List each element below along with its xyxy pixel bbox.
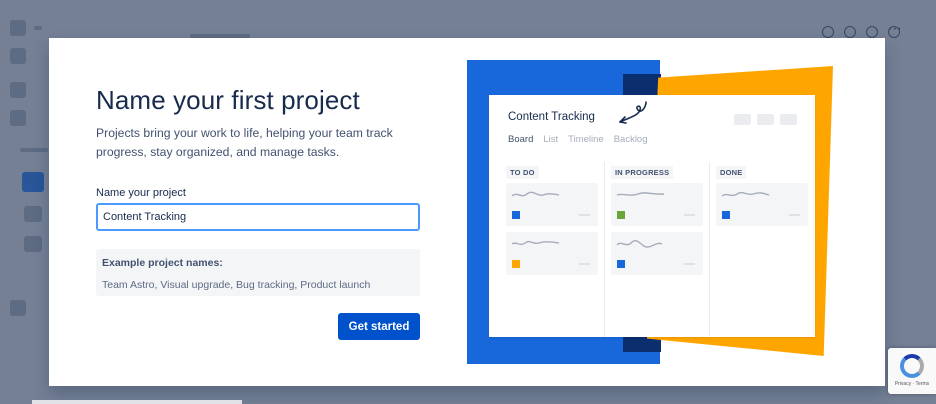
scribble-icon (616, 239, 663, 248)
project-name-label: Name your project (96, 187, 186, 199)
board-column-header: DONE (716, 166, 747, 179)
scribble-icon (511, 191, 560, 197)
board-illustration: Content Tracking Board List Timeline Bac… (467, 60, 833, 366)
card-meta-dash (684, 263, 695, 265)
recaptcha-badge[interactable]: Privacy · Terms (888, 348, 936, 394)
board-preview-columns: TO DO IN PROGRESS DONE (506, 162, 808, 337)
create-project-modal: Name your first project Projects bring y… (49, 38, 885, 386)
board-card (611, 183, 703, 226)
board-preview-title: Content Tracking (508, 111, 595, 123)
recaptcha-text: Privacy · Terms (894, 381, 930, 387)
board-column-todo: TO DO (506, 162, 605, 337)
board-tab-backlog: Backlog (613, 134, 648, 145)
card-meta-dash (579, 263, 590, 265)
board-preview-action (780, 114, 797, 125)
bg-bottom-strip (32, 400, 242, 404)
example-names-title: Example project names: (102, 257, 223, 269)
board-column-header: IN PROGRESS (611, 166, 674, 179)
card-status-square (512, 211, 520, 219)
card-meta-dash (579, 214, 590, 216)
board-card (716, 183, 808, 226)
modal-title: Name your first project (96, 85, 360, 115)
scribble-icon (721, 191, 770, 197)
board-preview-action (734, 114, 751, 125)
board-card (506, 232, 598, 275)
arrow-doodle-icon (619, 101, 647, 124)
board-preview: Content Tracking Board List Timeline Bac… (489, 95, 815, 337)
recaptcha-logo-icon (900, 354, 924, 378)
board-tab-timeline: Timeline (568, 134, 604, 145)
board-preview-action (757, 114, 774, 125)
board-card (611, 232, 703, 275)
card-status-square (722, 211, 730, 219)
card-status-square (617, 211, 625, 219)
card-status-square (617, 260, 625, 268)
board-column-header: TO DO (506, 166, 539, 179)
modal-subtitle: Projects bring your work to life, helpin… (96, 126, 393, 159)
get-started-button[interactable]: Get started (338, 313, 420, 340)
project-name-input[interactable] (96, 203, 420, 231)
scribble-icon (616, 192, 665, 196)
card-meta-dash (789, 214, 800, 216)
board-column-in-progress: IN PROGRESS (605, 162, 710, 337)
board-card (506, 183, 598, 226)
example-names-list: Team Astro, Visual upgrade, Bug tracking… (102, 279, 371, 291)
board-column-done: DONE (710, 162, 814, 337)
board-preview-tabs: Board List Timeline Backlog (508, 134, 648, 145)
board-tab-list: List (543, 134, 559, 145)
card-status-square (512, 260, 520, 268)
scribble-icon (511, 240, 560, 246)
example-names-panel: Example project names: Team Astro, Visua… (96, 249, 420, 296)
board-preview-actions (734, 114, 797, 125)
board-tab-board: Board (508, 134, 534, 145)
card-meta-dash (684, 214, 695, 216)
